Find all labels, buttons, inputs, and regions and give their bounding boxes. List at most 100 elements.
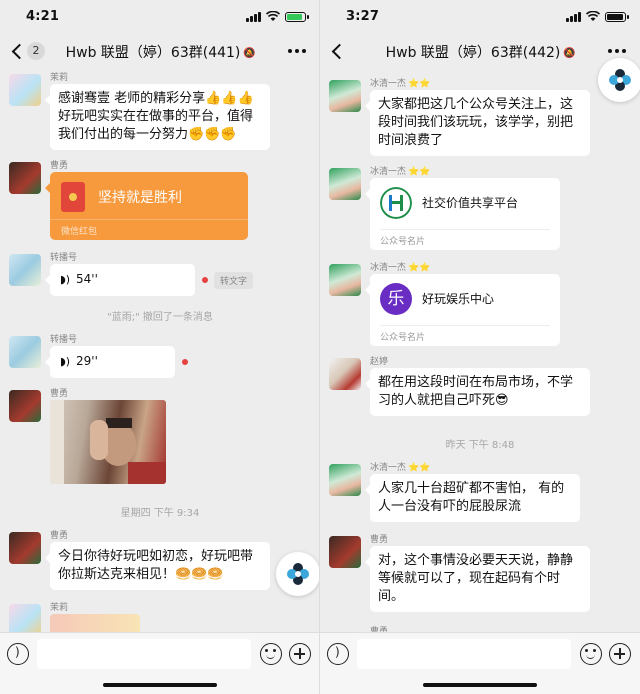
more-icon[interactable] [608,43,626,59]
sender-name: 转播号 [50,253,78,263]
mute-icon: 🔕 [563,47,576,59]
message-list[interactable]: 冰清一杰 ⭐⭐ 大家都把这几个公众号关注上，这 段时间我们该玩玩，该学学，别把 时… [320,68,640,632]
more-icon[interactable] [288,43,306,59]
plus-icon[interactable] [609,643,631,665]
star-badges: ⭐⭐ [408,463,431,473]
chat-header: Hwb 联盟（婷）63群(442) 🔕 [320,34,640,68]
red-packet-icon [61,182,85,212]
chat-title: Hwb 联盟（婷）63群(441) 🔕 [0,42,319,62]
message-bubble[interactable]: 感谢骞壹 老师的精彩分享👍👍👍 好玩吧实实在在做事的平台，值得 我们付出的每一分… [45,84,270,150]
message-text: 时间浪费了 [378,133,444,148]
voice-wave-icon: ◗) [60,355,71,368]
star-badges: ⭐⭐ [408,167,431,177]
message-bubble[interactable]: 都在用这段时间在布局市场，不学 习的人就把自己吓死😎 [365,368,590,416]
image-message[interactable] [50,400,166,484]
message-input[interactable] [357,639,571,669]
voice-message[interactable]: ◗) 54'' [45,264,195,296]
emoji-icon[interactable] [260,643,282,665]
photo-content [50,400,166,484]
voice-duration: 29'' [76,354,98,368]
sender-name: 转播号 [50,335,78,345]
avatar[interactable] [9,74,41,106]
sender-name: 冰清一杰 ⭐⭐ [370,260,430,273]
voice-input-icon[interactable] [327,643,349,665]
sender-name: 赵婷 [370,357,389,367]
message-bubble[interactable]: 今日你待好玩吧如初恋，好玩吧带 你拉斯达克来相见！🥯🥯🥯 [45,542,270,590]
message-text: 我们付出的每一分努力✊✊✊ [58,127,237,142]
avatar[interactable] [329,536,361,568]
card-type-label: 公众号名片 [380,237,426,247]
avatar[interactable] [329,358,361,390]
sender-name-text: 冰清一杰 [370,463,407,473]
unread-dot [202,277,208,283]
avatar[interactable] [329,264,361,296]
emoji-icon[interactable] [580,643,602,665]
signal-icon [566,12,582,22]
avatar[interactable] [9,162,41,194]
avatar[interactable] [9,254,41,286]
signal-icon [246,12,262,22]
sender-name: 茉莉 [50,73,69,83]
message-bubble[interactable]: 大家都把这几个公众号关注上，这 段时间我们该玩玩，该学学，别把 时间浪费了 [365,90,590,156]
star-badges: ⭐⭐ [408,263,431,273]
divider [380,325,550,326]
unread-dot [182,359,188,365]
message-text: 今日你待好玩吧如初恋，好玩吧带 [58,549,254,564]
voice-wave-icon: ◗) [60,273,71,286]
account-name: 社交价值共享平台 [422,196,519,210]
right-chat-screen: 3:27 Hwb 联盟（婷）63群(442) 🔕 冰清一杰 ⭐⭐ 大家都把这几个公众… [320,0,640,694]
message-bubble[interactable]: 人家几十台超矿都不害怕， 有的 人一台没有吓的屁股尿流 [365,474,580,522]
sender-name: 曹勇 [370,535,389,545]
official-account-card[interactable]: 社交价值共享平台 公众号名片 [365,178,560,250]
message-list[interactable]: 茉莉 感谢骞壹 老师的精彩分享👍👍👍 好玩吧实实在在做事的平台，值得 我们付出的… [0,68,319,632]
time-divider: 昨天 下午 8:48 [445,440,515,451]
floating-window-icon [609,69,631,91]
recall-notice: "蓝雨;" 撤回了一条消息 [107,312,213,323]
divider [50,219,248,220]
avatar[interactable] [329,80,361,112]
sender-name: 冰清一杰 ⭐⭐ [370,460,430,473]
wifi-icon [586,11,600,21]
official-account-card[interactable]: 乐 好玩娱乐中心 公众号名片 [365,274,560,346]
account-logo-icon: 乐 [380,283,412,315]
sender-name-text: 冰清一杰 [370,263,407,273]
status-bar: 4:21 [0,0,319,34]
floating-window-button[interactable] [598,58,640,102]
convert-to-text-button[interactable]: 转文字 [214,272,254,289]
sender-name: 曹勇 [50,389,69,399]
status-time: 4:21 [26,9,60,24]
avatar[interactable] [9,390,41,422]
message-text: 人家几十台超矿都不害怕， 有的 [378,481,565,496]
message-bubble[interactable]: 对，这个事情没必要天天说，静静 等候就可以了，现在起码有个时 间。 [365,546,590,612]
chat-title-text: Hwb 联盟（婷）63群(442) [385,45,561,61]
input-toolbar [320,632,640,694]
floating-window-button[interactable] [276,552,319,596]
avatar[interactable] [329,168,361,200]
red-packet[interactable]: 坚持就是胜利 微信红包 [45,172,248,240]
sender-name: 冰清一杰 ⭐⭐ [370,76,430,89]
red-packet-label: 微信红包 [61,227,98,237]
chat-title-text: Hwb 联盟（婷）63群(441) [65,45,241,61]
message-text: 等候就可以了，现在起码有个时 [378,571,561,586]
message-text: 段时间我们该玩玩，该学学，别把 [378,115,574,130]
time-divider: 星期四 下午 9:34 [120,508,200,519]
avatar[interactable] [9,604,41,632]
sender-name: 曹勇 [370,627,389,632]
wifi-icon [266,11,280,21]
avatar[interactable] [9,336,41,368]
mute-icon: 🔕 [243,47,256,59]
left-chat-screen: 4:21 2 Hwb 联盟（婷）63群(441) 🔕 茉莉 感谢骞壹 老师的精彩分… [0,0,320,694]
sender-name: 冰清一杰 ⭐⭐ [370,164,430,177]
plus-icon[interactable] [289,643,311,665]
home-indicator [103,683,217,687]
star-badges: ⭐⭐ [408,79,431,89]
account-logo-icon [380,187,412,219]
message-text: 习的人就把自己吓死😎 [378,393,509,408]
sender-name-text: 冰清一杰 [370,79,407,89]
voice-input-icon[interactable] [7,643,29,665]
image-message[interactable] [50,614,140,632]
avatar[interactable] [329,464,361,496]
message-input[interactable] [37,639,251,669]
voice-message[interactable]: ◗) 29'' [45,346,175,378]
avatar[interactable] [9,532,41,564]
